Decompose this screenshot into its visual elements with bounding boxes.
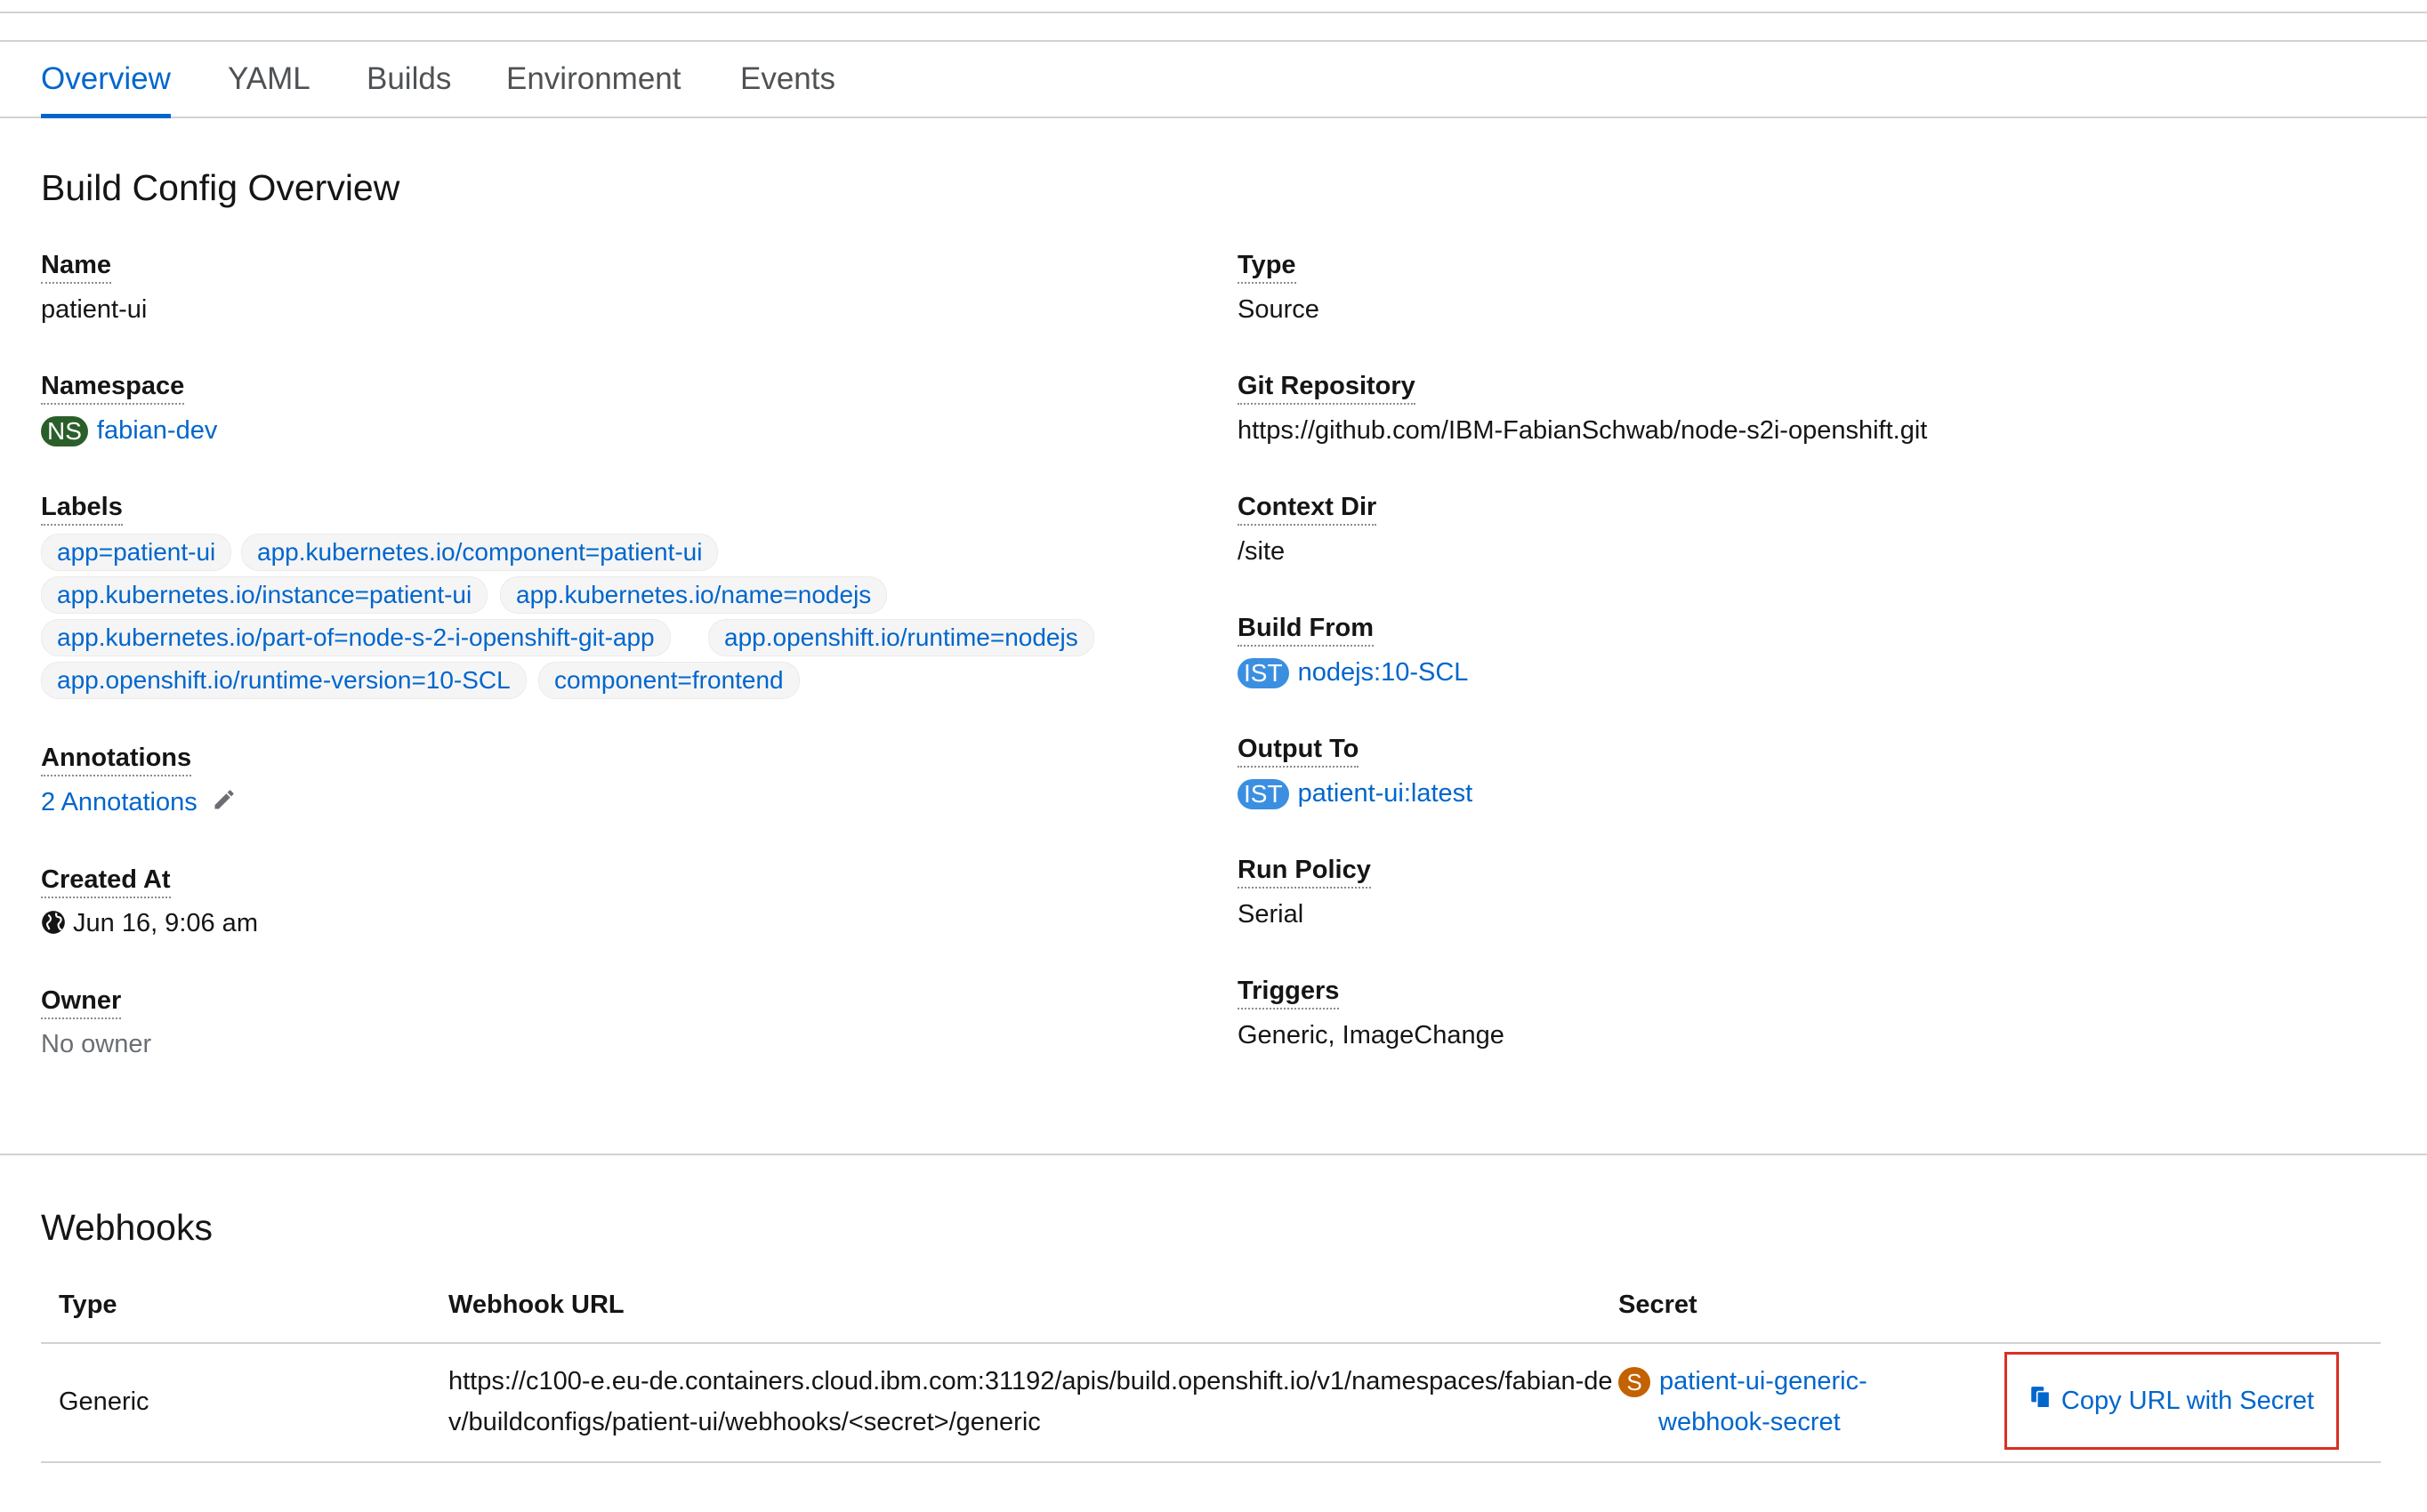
- webhooks-heading: Webhooks: [41, 1207, 213, 1248]
- tab-environment[interactable]: Environment: [506, 42, 681, 117]
- section-divider: [0, 1154, 2427, 1155]
- copy-button-label: Copy URL with Secret: [2060, 1386, 2315, 1415]
- tab-overview[interactable]: Overview: [41, 42, 171, 118]
- page-title: Build Config Overview: [41, 167, 400, 208]
- git-repository-label: Git Repository: [1238, 371, 1415, 405]
- context-dir-value: /site: [1238, 537, 1286, 566]
- created-value: Jun 16, 9:06 am: [41, 908, 258, 942]
- label-chip[interactable]: component=frontend: [538, 662, 800, 699]
- owner-label: Owner: [41, 985, 122, 1019]
- table-row-divider: [41, 1461, 2381, 1463]
- column-header-type: Type: [59, 1291, 117, 1319]
- webhook-url: https://c100-e.eu-de.containers.cloud.ib…: [448, 1361, 1612, 1443]
- label-chip[interactable]: app.kubernetes.io/part-of=node-s-2-i-ope…: [41, 619, 671, 656]
- tab-bar: Overview YAML Builds Environment Events: [0, 42, 2427, 118]
- type-value: Source: [1238, 295, 1319, 324]
- label-chip[interactable]: app.kubernetes.io/component=patient-ui: [241, 534, 719, 571]
- column-header-webhook-url: Webhook URL: [448, 1291, 625, 1319]
- tab-events[interactable]: Events: [740, 42, 835, 117]
- created-timestamp: Jun 16, 9:06 am: [73, 909, 258, 937]
- webhook-url-line: https://c100-e.eu-de.containers.cloud.ib…: [448, 1367, 1613, 1395]
- build-from-label: Build From: [1238, 613, 1375, 647]
- top-border: [0, 12, 2427, 13]
- copy-icon: [2029, 1385, 2061, 1417]
- secret-badge: S: [1618, 1367, 1650, 1398]
- webhook-type: Generic: [59, 1387, 149, 1416]
- webhook-secret: Spatient-ui-generic- webhook-secret: [1618, 1361, 1867, 1443]
- table-header-divider: [41, 1342, 2381, 1344]
- namespace-badge: NS: [41, 416, 88, 447]
- ist-badge: IST: [1238, 779, 1289, 810]
- owner-value: No owner: [41, 1030, 152, 1058]
- run-policy-value: Serial: [1238, 900, 1304, 929]
- triggers-label: Triggers: [1238, 976, 1340, 1009]
- namespace-value: NS fabian-dev: [41, 415, 217, 447]
- name-label: Name: [41, 250, 111, 284]
- build-from-value: IST nodejs:10-SCL: [1238, 657, 1469, 689]
- label-chip[interactable]: app.openshift.io/runtime=nodejs: [708, 619, 1094, 656]
- label-chip[interactable]: app.openshift.io/runtime-version=10-SCL: [41, 662, 527, 699]
- output-to-value: IST patient-ui:latest: [1238, 778, 1473, 810]
- label-chip[interactable]: app.kubernetes.io/instance=patient-ui: [41, 576, 488, 614]
- annotations-label: Annotations: [41, 743, 192, 776]
- context-dir-label: Context Dir: [1238, 492, 1377, 526]
- tab-builds[interactable]: Builds: [367, 42, 451, 117]
- output-to-label: Output To: [1238, 734, 1359, 768]
- label-chip[interactable]: app.kubernetes.io/name=nodejs: [500, 576, 888, 614]
- name-value: patient-ui: [41, 295, 148, 324]
- output-to-link[interactable]: patient-ui:latest: [1298, 779, 1473, 808]
- triggers-value: Generic, ImageChange: [1238, 1021, 1504, 1050]
- git-repository-value: https://github.com/IBM-FabianSchwab/node…: [1238, 416, 1928, 445]
- globe-icon: [41, 910, 66, 942]
- secret-link[interactable]: patient-ui-generic-: [1659, 1367, 1867, 1395]
- run-policy-label: Run Policy: [1238, 855, 1371, 889]
- webhook-url-line: v/buildconfigs/patient-ui/webhooks/<secr…: [448, 1408, 1041, 1436]
- tab-yaml[interactable]: YAML: [228, 42, 310, 117]
- ist-badge: IST: [1238, 658, 1289, 689]
- labels-label: Labels: [41, 492, 123, 526]
- annotations-value: 2 Annotations: [41, 787, 237, 819]
- column-header-secret: Secret: [1618, 1291, 1697, 1319]
- namespace-link[interactable]: fabian-dev: [97, 416, 217, 445]
- build-from-link[interactable]: nodejs:10-SCL: [1298, 658, 1469, 687]
- type-label: Type: [1238, 250, 1296, 284]
- created-label: Created At: [41, 865, 171, 898]
- copy-url-with-secret-button[interactable]: Copy URL with Secret: [2004, 1352, 2339, 1450]
- namespace-label: Namespace: [41, 371, 185, 405]
- secret-link-continued[interactable]: webhook-secret: [1658, 1408, 1841, 1436]
- pencil-icon[interactable]: [212, 787, 237, 819]
- annotations-link[interactable]: 2 Annotations: [41, 788, 198, 816]
- label-chip[interactable]: app=patient-ui: [41, 534, 232, 571]
